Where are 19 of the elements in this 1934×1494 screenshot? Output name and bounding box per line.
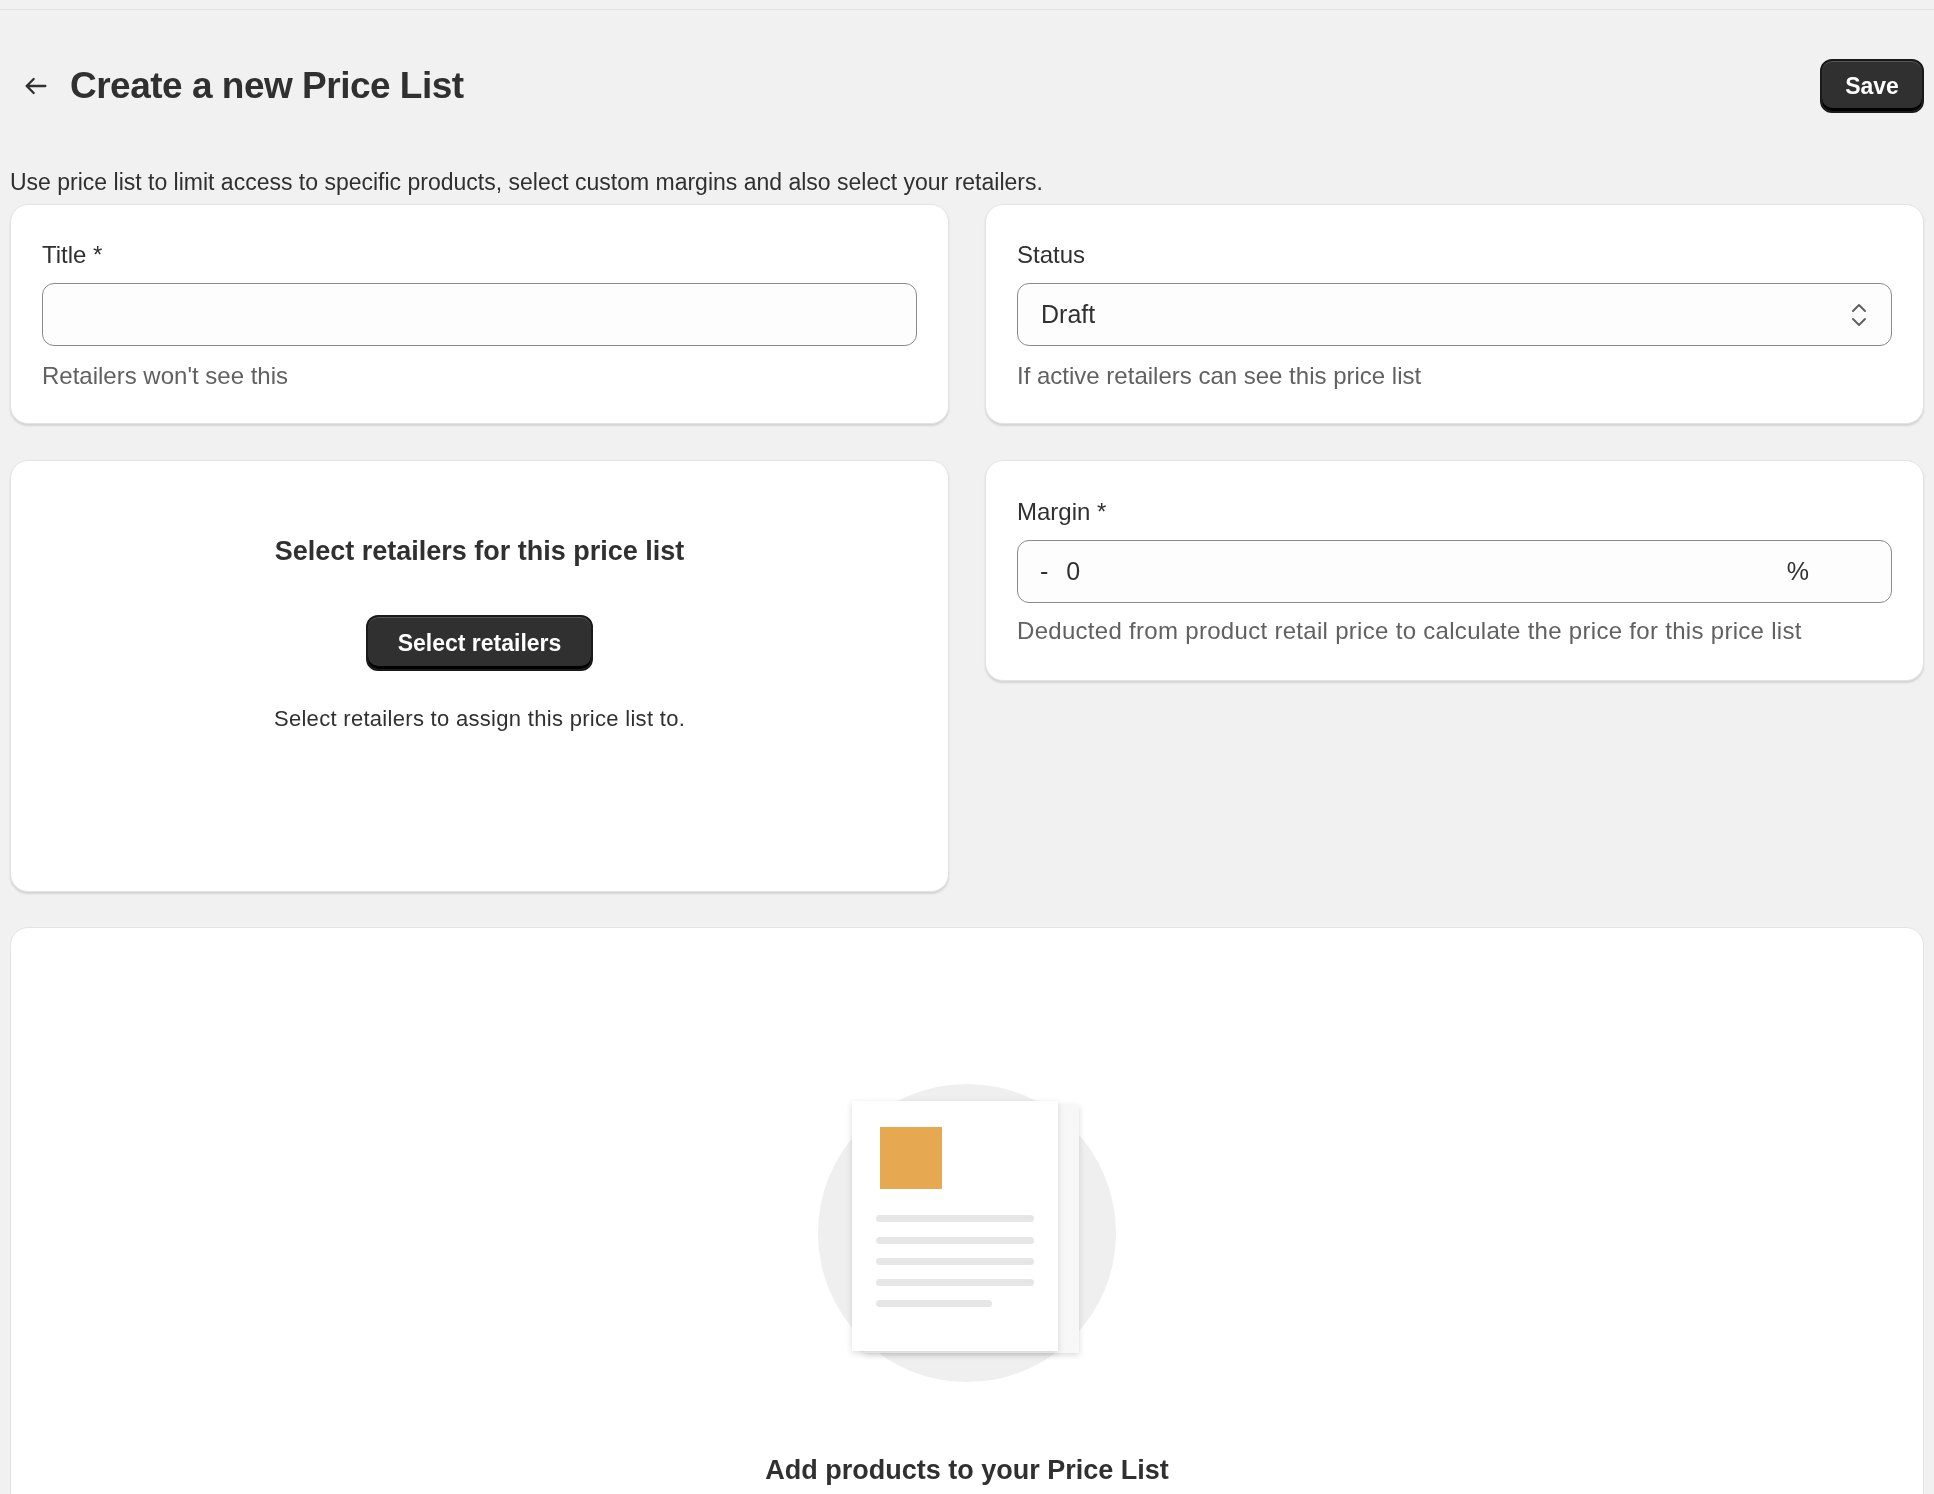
title-input[interactable] [42,283,917,346]
helper-text: Deducted from product retail price to calculate the price for this price list [1017,616,1803,646]
helper-text: If active retailers can see this price list [1017,361,1423,391]
page-title: Create a new Price List [70,64,464,109]
save-button[interactable]: Save [1820,59,1924,113]
percent-sign: % [1786,555,1809,587]
helper-text: Retailers won't see this [42,361,290,391]
margin-field[interactable]: - 0 % [1017,540,1892,603]
field-label: Title * [42,240,104,270]
minus-sign: - [1040,555,1049,587]
helper-text: Select retailers to assign this price list to. [273,705,686,733]
margin-value: 0 [1066,555,1082,587]
page-description: Use price list to limit access to specific products, select custom margins and also select your retailers. [10,168,1044,196]
field-label: Margin * [1017,497,1108,527]
card-heading: Select retailers for this price list [274,535,685,568]
field-label: Status [1017,240,1087,270]
card-heading: Add products to your Price List [765,1454,1169,1487]
select-retailers-button[interactable]: Select retailers [366,615,593,671]
status-select[interactable]: Draft [1017,283,1892,346]
